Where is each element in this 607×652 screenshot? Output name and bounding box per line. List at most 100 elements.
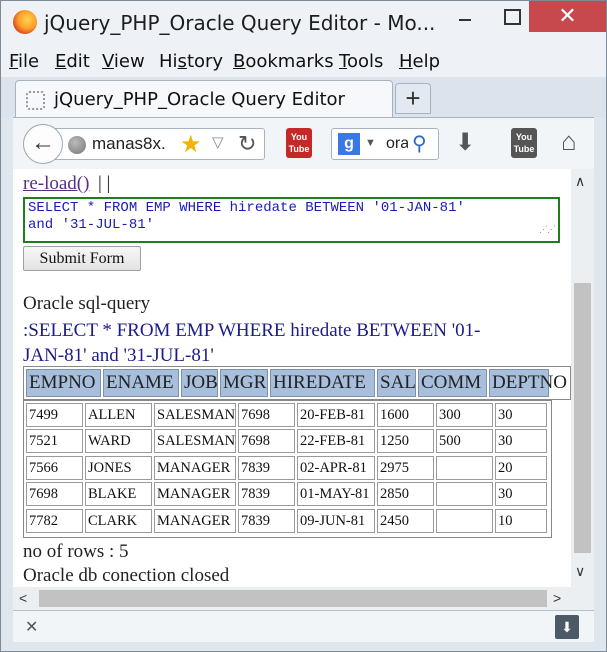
submit-form-button[interactable]: Submit Form <box>23 246 141 271</box>
menu-item-accesskey: F <box>9 51 19 72</box>
table-row: 7499 ALLEN SALESMAN 7698 20-FEB-81 1600 300 30 <box>26 403 549 429</box>
menu-item[interactable]: File <box>9 51 39 72</box>
back-arrow-icon: ← <box>31 129 55 156</box>
scroll-down-icon[interactable]: ∨ <box>575 563 585 580</box>
resize-grip-icon[interactable]: ⋰⋰ <box>539 222 556 239</box>
table-cell: 1600 <box>377 403 434 427</box>
table-cell: 20-FEB-81 <box>297 403 375 427</box>
table-cell: BLAKE <box>85 482 152 507</box>
search-box[interactable]: g ▼ ora ⚲ <box>331 128 439 160</box>
table-row: 7698 BLAKE MANAGER 7839 01-MAY-81 2850 30 <box>26 482 549 508</box>
menu-item[interactable]: Edit <box>55 51 90 72</box>
table-cell: CLARK <box>85 508 152 533</box>
search-input[interactable]: ora <box>386 135 408 153</box>
table-cell: 10 <box>495 508 547 533</box>
menu-item[interactable]: History <box>159 51 223 72</box>
table-cell: SALESMAN <box>154 403 236 427</box>
column-header: JOB <box>181 369 218 397</box>
tab-strip: jQuery_PHP_Oracle Query Editor + <box>1 77 606 118</box>
table-cell: 2975 <box>377 455 434 480</box>
scroll-right-icon[interactable]: > <box>553 590 561 606</box>
column-header: HIREDATE <box>270 369 375 397</box>
reload-icon[interactable]: ↻ <box>238 131 256 157</box>
table-cell: 7499 <box>26 403 83 427</box>
column-header: COMM <box>418 369 487 397</box>
table-row: 7521 WARD SALESMAN 7698 22-FEB-81 1250 500 30 <box>26 429 549 455</box>
menu-item-accesskey: H <box>399 51 413 72</box>
scroll-up-icon[interactable]: ∧ <box>575 173 585 190</box>
plus-icon: + <box>405 83 421 113</box>
menu-item[interactable]: Help <box>399 51 440 72</box>
menu-item-text: ools <box>346 51 384 72</box>
sql-textarea[interactable]: SELECT * FROM EMP WHERE hiredate BETWEEN… <box>23 197 560 243</box>
menu-item[interactable]: Bookmarks <box>233 51 334 72</box>
table-cell: 2850 <box>377 482 434 507</box>
table-cell: MANAGER <box>154 508 236 533</box>
column-header: MGR <box>220 369 268 397</box>
globe-icon <box>68 136 86 154</box>
table-cell: 09-JUN-81 <box>297 508 375 533</box>
url-text[interactable]: manas8x. <box>92 134 166 154</box>
table-cell: 300 <box>436 403 493 427</box>
youtube-icon[interactable]: You Tube <box>511 128 537 158</box>
menu-item-text: tory <box>186 51 224 72</box>
table-cell: 7839 <box>238 508 295 533</box>
horizontal-scroll-thumb[interactable] <box>39 590 547 607</box>
section-title: Oracle sql-query <box>23 293 151 314</box>
scroll-thumb[interactable] <box>574 283 591 553</box>
addon-bar: ✕ ⬇ <box>13 610 594 642</box>
table-cell: 30 <box>495 403 547 427</box>
url-bar[interactable]: manas8x. ★ ▽ ↻ <box>55 128 265 160</box>
table-cell: SALESMAN <box>154 429 236 454</box>
menu-item-accesskey: E <box>55 51 67 72</box>
navigation-toolbar: manas8x. ★ ▽ ↻ ← You Tube g ▼ ora ⚲ ⬇ You… <box>13 117 594 169</box>
column-header: SAL <box>377 369 416 397</box>
tab-label: jQuery_PHP_Oracle Query Editor <box>54 89 345 110</box>
browser-window: jQuery_PHP_Oracle Query Editor - Mo... ✕… <box>0 0 607 652</box>
results-header: EMPNO ENAME JOB MGR HIREDATE SAL COMM DEPTNO <box>23 366 571 400</box>
title-bar: jQuery_PHP_Oracle Query Editor - Mo... ✕ <box>1 1 606 45</box>
tab-query-editor[interactable]: jQuery_PHP_Oracle Query Editor <box>15 80 393 118</box>
search-icon[interactable]: ⚲ <box>412 131 427 156</box>
menu-item-text: Hi <box>159 51 178 72</box>
dropdown-icon[interactable]: ▽ <box>212 133 224 151</box>
menu-item[interactable]: Tools <box>339 51 383 72</box>
table-cell: 7698 <box>238 429 295 454</box>
row-count-text: no of rows : 5 <box>23 541 129 562</box>
table-cell: 02-APR-81 <box>297 455 375 480</box>
maximize-button[interactable] <box>488 1 534 32</box>
close-icon: ✕ <box>558 3 577 28</box>
horizontal-scrollbar[interactable]: < > <box>13 587 594 610</box>
menu-item-text: ile <box>18 51 40 72</box>
bookmark-star-icon[interactable]: ★ <box>180 130 202 159</box>
menu-item[interactable]: View <box>102 51 145 72</box>
firefox-icon <box>13 10 37 34</box>
close-icon[interactable]: ✕ <box>25 617 38 637</box>
table-row: 7566 JONES MANAGER 7839 02-APR-81 2975 20 <box>26 455 549 482</box>
menu-item-accesskey: T <box>339 51 347 72</box>
connection-status-text: Oracle db conection closed <box>23 565 230 586</box>
reload-link[interactable]: re-load() <box>23 173 89 195</box>
youtube-icon[interactable]: You Tube <box>286 128 312 158</box>
download-icon[interactable]: ⬇ <box>455 128 475 157</box>
download-icon[interactable]: ⬇ <box>555 615 579 639</box>
column-header: EMPNO <box>26 369 101 397</box>
table-cell: 30 <box>495 482 547 507</box>
table-cell: 500 <box>436 429 493 454</box>
new-tab-button[interactable]: + <box>395 83 431 114</box>
minimize-button[interactable] <box>442 1 488 32</box>
search-engine-dropdown-icon[interactable]: ▼ <box>365 137 376 149</box>
vertical-scrollbar[interactable]: ∧ ∨ <box>571 169 594 587</box>
scroll-left-icon[interactable]: < <box>19 590 27 606</box>
table-cell: 30 <box>495 429 547 454</box>
table-cell: JONES <box>85 455 152 480</box>
sql-text[interactable]: SELECT * FROM EMP WHERE hiredate BETWEEN… <box>28 200 465 233</box>
menu-item-accesskey: V <box>102 51 114 72</box>
close-window-button[interactable]: ✕ <box>529 1 606 32</box>
home-icon[interactable]: ⌂ <box>561 126 577 157</box>
table-row: 7782 CLARK MANAGER 7839 09-JUN-81 2450 10 <box>26 508 549 535</box>
table-cell <box>436 482 493 507</box>
google-icon[interactable]: g <box>338 133 360 155</box>
back-button[interactable]: ← <box>23 124 63 164</box>
table-cell: MANAGER <box>154 482 236 507</box>
